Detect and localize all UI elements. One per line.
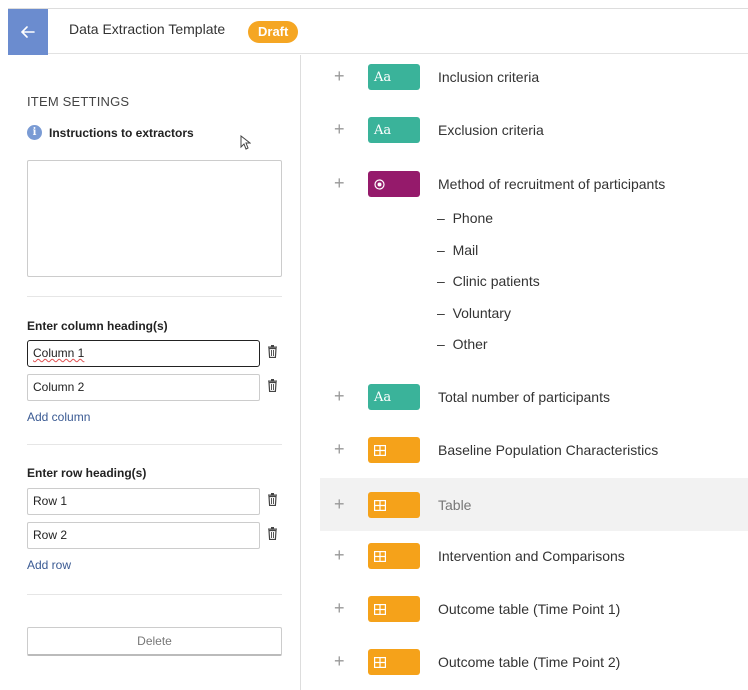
info-icon[interactable]: i bbox=[27, 125, 42, 140]
list-item[interactable]: + Aa Inclusion criteria bbox=[320, 57, 748, 97]
text-type-tag: Aa bbox=[368, 117, 420, 143]
divider bbox=[27, 296, 282, 297]
option-item: – Phone bbox=[437, 210, 494, 226]
text-type-tag: Aa bbox=[368, 64, 420, 90]
option-item: – Voluntary bbox=[437, 305, 511, 321]
table-icon bbox=[374, 499, 386, 511]
table-type-tag bbox=[368, 543, 420, 569]
item-settings-panel: ITEM SETTINGS i Instructions to extracto… bbox=[8, 55, 301, 690]
item-label: Outcome table (Time Point 1) bbox=[438, 601, 621, 617]
plus-icon[interactable]: + bbox=[334, 173, 345, 193]
column-heading-input-1[interactable]: Column 1 bbox=[27, 340, 260, 367]
list-item[interactable]: + Outcome table (Time Point 1) bbox=[320, 589, 748, 629]
trash-icon[interactable] bbox=[267, 345, 278, 358]
trash-icon[interactable] bbox=[267, 493, 278, 506]
status-badge: Draft bbox=[248, 21, 299, 43]
list-item[interactable]: + Method of recruitment of participants bbox=[320, 164, 748, 204]
option-item: – Mail bbox=[437, 242, 479, 258]
item-label: Outcome table (Time Point 2) bbox=[438, 654, 621, 670]
table-icon bbox=[374, 603, 386, 615]
item-label: Table bbox=[438, 497, 472, 513]
item-label: Total number of participants bbox=[438, 389, 610, 405]
plus-icon[interactable]: + bbox=[334, 598, 345, 618]
add-row-link[interactable]: Add row bbox=[27, 558, 71, 572]
back-button[interactable] bbox=[8, 9, 48, 55]
radio-icon bbox=[374, 178, 385, 190]
item-label: Intervention and Comparisons bbox=[438, 548, 625, 564]
item-label: Exclusion criteria bbox=[438, 122, 544, 138]
column-heading-input-2[interactable]: Column 2 bbox=[27, 374, 260, 401]
row-heading-input-1[interactable]: Row 1 bbox=[27, 488, 260, 515]
row-heading-input-2[interactable]: Row 2 bbox=[27, 522, 260, 549]
plus-icon[interactable]: + bbox=[334, 651, 345, 671]
table-type-tag bbox=[368, 596, 420, 622]
plus-icon[interactable]: + bbox=[334, 119, 345, 139]
top-bar: Data Extraction Template Draft bbox=[8, 8, 748, 55]
plus-icon[interactable]: + bbox=[334, 545, 345, 565]
table-icon bbox=[374, 444, 386, 456]
divider bbox=[27, 444, 282, 445]
mouse-pointer-icon bbox=[240, 135, 251, 150]
instructions-textarea[interactable] bbox=[27, 160, 282, 277]
plus-icon[interactable]: + bbox=[334, 386, 345, 406]
item-label: Baseline Population Characteristics bbox=[438, 442, 659, 458]
list-item-selected[interactable]: + Table bbox=[320, 478, 748, 531]
row-heading-label: Enter row heading(s) bbox=[27, 466, 147, 480]
column-heading-label: Enter column heading(s) bbox=[27, 319, 168, 333]
add-column-link[interactable]: Add column bbox=[27, 410, 90, 424]
plus-icon[interactable]: + bbox=[334, 439, 345, 459]
instructions-label: Instructions to extractors bbox=[49, 125, 194, 140]
instructions-heading: i Instructions to extractors bbox=[27, 125, 194, 140]
table-type-tag bbox=[368, 437, 420, 463]
text-type-tag: Aa bbox=[368, 384, 420, 410]
list-item[interactable]: + Baseline Population Characteristics bbox=[320, 430, 748, 470]
list-item[interactable]: + Aa Total number of participants bbox=[320, 377, 748, 417]
table-type-tag bbox=[368, 649, 420, 675]
table-icon bbox=[374, 550, 386, 562]
item-label: Method of recruitment of participants bbox=[438, 176, 666, 192]
list-item[interactable]: + Aa Exclusion criteria bbox=[320, 110, 748, 150]
section-title: ITEM SETTINGS bbox=[27, 94, 130, 109]
arrow-left-icon bbox=[21, 26, 35, 38]
item-list: + Aa Inclusion criteria + Aa Exclusion c… bbox=[302, 55, 748, 690]
table-icon bbox=[374, 656, 386, 668]
option-item: – Clinic patients bbox=[437, 273, 540, 289]
page-title: Data Extraction Template bbox=[69, 21, 226, 37]
trash-icon[interactable] bbox=[267, 527, 278, 540]
plus-icon[interactable]: + bbox=[334, 66, 345, 86]
item-label: Inclusion criteria bbox=[438, 69, 540, 85]
divider bbox=[27, 594, 282, 595]
delete-button[interactable]: Delete bbox=[27, 627, 282, 656]
option-item: – Other bbox=[437, 336, 488, 352]
list-item[interactable]: + Intervention and Comparisons bbox=[320, 536, 748, 576]
list-item[interactable]: + Outcome table (Time Point 2) bbox=[320, 642, 748, 682]
trash-icon[interactable] bbox=[267, 379, 278, 392]
plus-icon[interactable]: + bbox=[334, 494, 345, 514]
radio-type-tag bbox=[368, 171, 420, 197]
table-type-tag bbox=[368, 492, 420, 518]
